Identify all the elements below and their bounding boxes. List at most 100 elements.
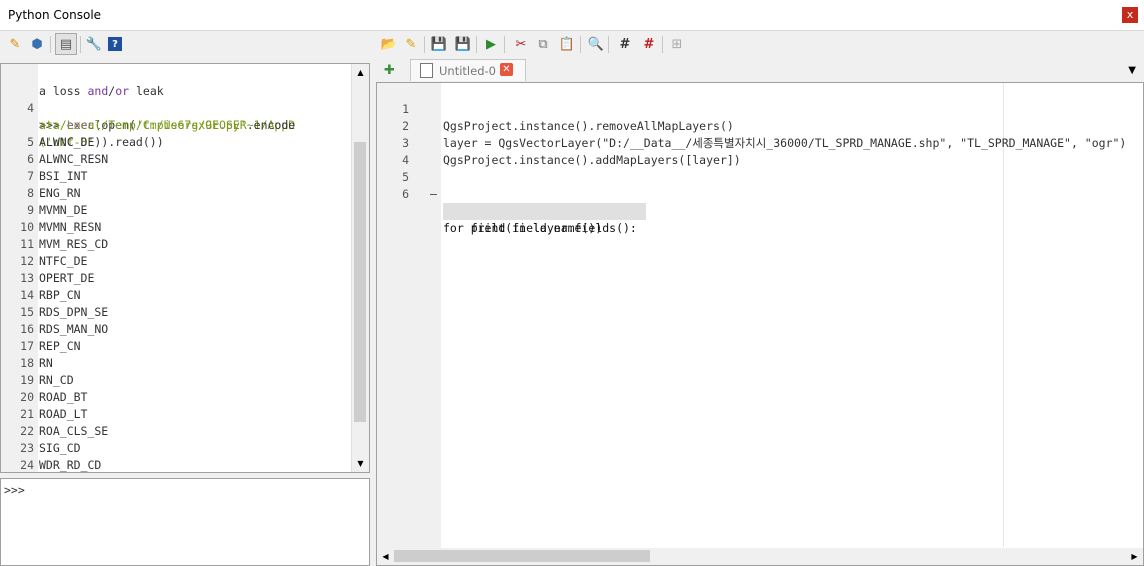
editor-line: 5 – for field in layer.fields(): [377, 152, 1143, 235]
paste-icon[interactable]: 📋 [558, 35, 576, 53]
output-line: 8 ENG_RN [1, 185, 351, 202]
line-number: 20 [20, 390, 34, 404]
output-lines: a loss and/or leak 4 >>> exec(open('C:/U… [1, 66, 351, 472]
line-number: 16 [20, 322, 34, 336]
editor-line: 2 layer = QgsVectorLayer("D:/__Data__/세종… [377, 101, 1143, 150]
field-name: NTFC_DE [39, 254, 88, 268]
line-number: 11 [20, 237, 34, 251]
editor-toolbar: 📂 ✎ 💾 💾 ▶ ✂ ⧉ 📋 🔍 # # ⊞ [376, 31, 1144, 58]
line-number: 17 [20, 339, 34, 353]
scrollbar-thumb[interactable] [394, 550, 650, 562]
field-name: BSI_INT [39, 169, 88, 183]
close-button[interactable]: x [1122, 7, 1138, 23]
uncomment-icon[interactable]: # [640, 35, 658, 53]
output-vertical-scrollbar[interactable]: ▲ ▼ [351, 64, 369, 472]
toolbar-separator [424, 36, 425, 53]
editor-horizontal-scrollbar[interactable]: ◀ ▶ [377, 548, 1143, 565]
comment-icon[interactable]: # [616, 35, 634, 53]
selection-highlight [443, 203, 604, 220]
editor-line: 6 print(field.name()) [377, 169, 1143, 235]
scroll-down-arrow-icon[interactable]: ▼ [352, 455, 369, 472]
clear-console-icon[interactable]: ✎ [6, 35, 24, 53]
line-number: 8 [27, 186, 34, 200]
toolbar-separator [50, 36, 51, 53]
field-name: RN_CD [39, 373, 74, 387]
open-script-icon[interactable]: 📂 [380, 35, 398, 53]
cut-icon[interactable]: ✂ [512, 35, 530, 53]
line-number: 24 [20, 458, 34, 472]
line-number: 14 [20, 288, 34, 302]
field-name: RDS_MAN_NO [39, 322, 109, 336]
output-line: 12 NTFC_DE [1, 253, 351, 270]
input-prompt: >>> [4, 483, 25, 497]
tab-label: Untitled-0 [439, 64, 496, 78]
copy-icon[interactable]: ⧉ [534, 35, 552, 53]
line-number: 15 [20, 305, 34, 319]
field-name: ROA_CLS_SE [39, 424, 109, 438]
save-as-icon[interactable]: 💾 [454, 35, 472, 53]
editor-tab-bar: ✚ Untitled-0 ✕ ▼ [376, 58, 1144, 82]
output-line: 20 ROAD_BT [1, 389, 351, 406]
close-tab-icon[interactable]: ✕ [500, 63, 513, 76]
save-icon[interactable]: 💾 [430, 35, 448, 53]
show-editor-icon[interactable]: ▤ [55, 33, 77, 55]
line-number: 21 [20, 407, 34, 421]
output-line: 10 MVMN_RESN [1, 219, 351, 236]
line-number: 9 [27, 203, 34, 217]
output-line: 24 WDR_RD_CD [1, 457, 351, 472]
toolbar-separator [504, 36, 505, 53]
scrollbar-thumb[interactable] [354, 142, 366, 422]
line-number: 19 [20, 373, 34, 387]
code-editor[interactable]: 1 QgsProject.instance().removeAllMapLaye… [376, 82, 1144, 566]
line-number: 7 [27, 169, 34, 183]
object-inspector-icon[interactable]: ⊞ [668, 35, 686, 53]
output-line: 6 ALWNC_RESN [1, 151, 351, 168]
output-line: 23 SIG_CD [1, 440, 351, 457]
fold-collapse-icon[interactable]: – [430, 186, 437, 203]
tab-untitled-0[interactable]: Untitled-0 ✕ [410, 59, 526, 81]
output-line: 11 MVM_RES_CD [1, 236, 351, 253]
field-name: RN [39, 356, 53, 370]
options-icon[interactable]: 🔧 [85, 35, 103, 53]
run-script-icon[interactable]: ▶ [482, 35, 500, 53]
output-line: 17 REP_CN [1, 338, 351, 355]
field-name: REP_CN [39, 339, 81, 353]
window-title: Python Console [8, 8, 102, 22]
find-icon[interactable]: 🔍 [587, 35, 605, 53]
output-line: 16 RDS_MAN_NO [1, 321, 351, 338]
document-icon [420, 63, 433, 78]
output-line: 14 RBP_CN [1, 287, 351, 304]
console-input[interactable]: >>> [0, 478, 370, 566]
tab-list-dropdown-icon[interactable]: ▼ [1128, 65, 1136, 76]
field-name: WDR_RD_CD [39, 458, 102, 472]
open-external-editor-icon[interactable]: ✎ [402, 35, 420, 53]
scroll-up-arrow-icon[interactable]: ▲ [352, 64, 369, 81]
console-output[interactable]: a loss and/or leak 4 >>> exec(open('C:/U… [0, 63, 370, 473]
line-number: 6 [402, 187, 409, 201]
editor-line: 4 [377, 135, 1143, 167]
field-name: ENG_RN [39, 186, 81, 200]
import-class-icon[interactable]: ⬢ [28, 35, 46, 53]
output-line: 22 ROA_CLS_SE [1, 423, 351, 440]
line-number: 18 [20, 356, 34, 370]
line-number: 10 [20, 220, 34, 234]
toolbar-separator [608, 36, 609, 53]
output-line: 7 BSI_INT [1, 168, 351, 185]
output-line: 9 MVMN_DE [1, 202, 351, 219]
output-line: 13 OPERT_DE [1, 270, 351, 287]
console-toolbar: ✎ ⬢ ▤ 🔧 ? [0, 31, 372, 58]
line-number: 22 [20, 424, 34, 438]
line-number: 6 [27, 152, 34, 166]
output-line: 18 RN [1, 355, 351, 372]
output-line: 21 ROAD_LT [1, 406, 351, 423]
output-line: ata/Local/Temp/tmpie67gx9r.py'.encode [1, 100, 351, 132]
line-number: 13 [20, 271, 34, 285]
scroll-right-arrow-icon[interactable]: ▶ [1126, 548, 1143, 565]
field-name: ROAD_LT [39, 407, 88, 421]
field-name: MVM_RES_CD [39, 237, 109, 251]
help-icon[interactable]: ? [108, 37, 122, 51]
toolbar-separator [476, 36, 477, 53]
new-tab-icon[interactable]: ✚ [384, 63, 395, 78]
scroll-left-arrow-icon[interactable]: ◀ [377, 548, 394, 565]
field-name: ROAD_BT [39, 390, 88, 404]
